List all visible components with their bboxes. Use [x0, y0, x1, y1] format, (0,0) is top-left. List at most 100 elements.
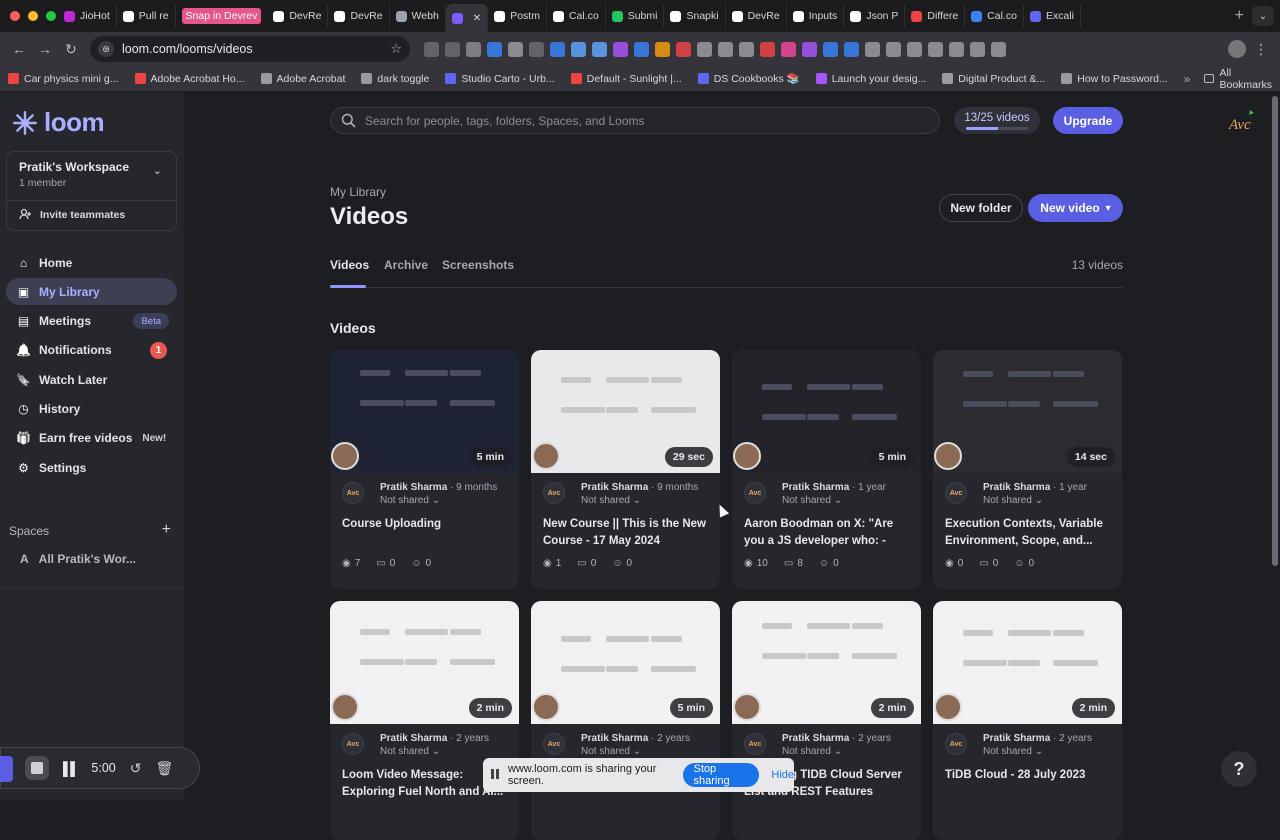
upgrade-button[interactable]: Upgrade [1053, 107, 1123, 134]
tab-screenshots[interactable]: Screenshots [442, 258, 514, 272]
new-video-button[interactable]: New video ▾ [1028, 194, 1123, 222]
video-thumbnail[interactable]: 2 min [933, 601, 1122, 724]
pause-icon[interactable]: ▌▌ [63, 761, 79, 776]
address-bar[interactable]: ⊜ loom.com/looms/videos ☆ [90, 36, 410, 62]
video-thumbnail[interactable]: 5 min [330, 350, 519, 473]
browser-tab[interactable]: DevRe [267, 4, 329, 28]
extension-icon[interactable] [823, 41, 838, 57]
sidebar-item-home[interactable]: ⌂ Home [6, 249, 177, 276]
extension-icon[interactable] [613, 41, 628, 57]
video-card[interactable]: 14 sec Avc Pratik Sharma · 1 year Not share… [933, 350, 1122, 589]
video-quota-badge[interactable]: 13/25 videos [954, 107, 1040, 134]
sidebar-item-history[interactable]: ◷ History [6, 395, 177, 422]
bookmark-item[interactable]: DS Cookbooks 📚 [697, 72, 800, 85]
author-name[interactable]: Pratik Sharma [581, 482, 648, 493]
sidebar-item-notifications[interactable]: 🔔 Notifications 1 [6, 337, 177, 364]
sidebar-item-settings[interactable]: ⚙ Settings [6, 454, 177, 481]
bookmark-item[interactable]: Default - Sunlight |... [570, 73, 682, 85]
video-title[interactable]: Execution Contexts, Variable Environment… [945, 516, 1113, 550]
bookmark-item[interactable]: Launch your desig... [815, 73, 926, 85]
author-name[interactable]: Pratik Sharma [983, 482, 1050, 493]
tab-videos[interactable]: Videos [330, 258, 369, 272]
video-card[interactable]: 5 min Avc Pratik Sharma · 2 years Not share… [531, 601, 720, 840]
tab-search-button[interactable]: ⌄ [1252, 6, 1274, 26]
browser-tab[interactable]: JioHot [58, 4, 117, 28]
bookmark-item[interactable]: Adobe Acrobat [260, 73, 345, 85]
browser-tab[interactable]: Excali [1024, 4, 1081, 28]
extension-icon[interactable] [844, 41, 859, 57]
site-info-icon[interactable]: ⊜ [98, 41, 114, 57]
workspace-switcher[interactable]: Pratik's Workspace 1 member ⌄ Invite tea… [6, 151, 177, 231]
video-thumbnail[interactable]: 14 sec [933, 350, 1122, 473]
invite-teammates-button[interactable]: Invite teammates [19, 208, 125, 221]
bookmark-item[interactable]: Adobe Acrobat Ho... [134, 73, 245, 85]
sidebar-item-watch-later[interactable]: 🔖 Watch Later [6, 366, 177, 393]
extension-icon[interactable] [529, 41, 544, 57]
extension-icon[interactable] [676, 41, 691, 57]
bookmark-item[interactable]: dark toggle [361, 73, 429, 85]
extension-icon[interactable] [466, 41, 481, 57]
breadcrumb[interactable]: My Library [330, 185, 386, 199]
video-thumbnail[interactable]: 29 sec [531, 350, 720, 473]
extension-icon[interactable] [886, 41, 901, 57]
extension-icon[interactable] [760, 41, 775, 57]
extension-icon[interactable] [508, 41, 523, 57]
add-space-icon[interactable]: + [162, 522, 171, 538]
video-thumbnail[interactable]: 2 min [330, 601, 519, 724]
bookmark-item[interactable]: How to Password... [1061, 73, 1168, 85]
video-thumbnail[interactable]: 2 min [732, 601, 921, 724]
loom-recorder-icon[interactable] [0, 756, 13, 782]
sidebar-item-library[interactable]: ▣ My Library [6, 278, 177, 306]
reload-icon[interactable]: ↻ [58, 36, 84, 62]
video-title[interactable]: Course Uploading [342, 516, 510, 550]
search-input[interactable]: Search for people, tags, folders, Spaces… [330, 107, 940, 134]
all-bookmarks-button[interactable]: All Bookmarks [1204, 67, 1274, 91]
author-name[interactable]: Pratik Sharma [581, 733, 648, 744]
browser-tab[interactable]: Snapki [664, 4, 726, 28]
new-tab-button[interactable]: + [1227, 7, 1252, 25]
new-folder-button[interactable]: New folder [939, 194, 1023, 222]
tab-archive[interactable]: Archive [384, 258, 428, 272]
video-title[interactable]: New Course || This is the New Course - 1… [543, 516, 711, 550]
close-tab-icon[interactable]: ✕ [473, 13, 481, 24]
video-card[interactable]: 2 min Avc Pratik Sharma · 2 years Not share… [732, 601, 921, 840]
extension-icon[interactable] [550, 41, 565, 57]
browser-tab[interactable]: DevRe [328, 4, 390, 28]
author-name[interactable]: Pratik Sharma [782, 482, 849, 493]
share-status-dropdown[interactable]: Not shared ⌄ [581, 746, 690, 757]
maximize-window-button[interactable] [46, 11, 56, 21]
sidebar-item-earn[interactable]: 🎁 Earn free videos New! [6, 425, 177, 452]
share-status-dropdown[interactable]: Not shared ⌄ [581, 495, 698, 506]
video-card[interactable]: 2 min Avc Pratik Sharma · 2 years Not share… [330, 601, 519, 840]
extension-icon[interactable] [445, 41, 460, 57]
extension-icon[interactable] [802, 41, 817, 57]
browser-menu-icon[interactable]: ⋮ [1254, 41, 1268, 58]
scrollbar-thumb[interactable] [1272, 96, 1278, 566]
author-name[interactable]: Pratik Sharma [983, 733, 1050, 744]
share-status-dropdown[interactable]: Not shared ⌄ [782, 495, 886, 506]
profile-avatar[interactable] [1228, 40, 1246, 58]
close-window-button[interactable] [10, 11, 20, 21]
video-card[interactable]: 2 min Avc Pratik Sharma · 2 years Not share… [933, 601, 1122, 840]
bookmark-item[interactable]: Studio Carto - Urb... [445, 73, 555, 85]
author-name[interactable]: Pratik Sharma [380, 733, 447, 744]
extension-icon[interactable] [970, 41, 985, 57]
minimize-window-button[interactable] [28, 11, 38, 21]
browser-tab[interactable]: Inputs [787, 4, 845, 28]
extension-icon[interactable] [739, 41, 754, 57]
browser-tab[interactable]: Cal.co [547, 4, 606, 28]
browser-tab[interactable]: Pull re [117, 4, 176, 28]
share-status-dropdown[interactable]: Not shared ⌄ [782, 746, 891, 757]
extension-icon[interactable] [949, 41, 964, 57]
stop-sharing-button[interactable]: Stop sharing [682, 763, 760, 787]
video-thumbnail[interactable]: 5 min [531, 601, 720, 724]
back-icon[interactable]: ← [6, 36, 32, 62]
hide-share-bar-button[interactable]: Hide [771, 769, 794, 781]
forward-icon[interactable]: → [32, 36, 58, 62]
author-name[interactable]: Pratik Sharma [380, 482, 447, 493]
bookmarks-overflow-icon[interactable]: » [1184, 72, 1191, 86]
share-status-dropdown[interactable]: Not shared ⌄ [983, 495, 1087, 506]
space-item-all[interactable]: A All Pratik's Wor... [20, 552, 136, 566]
video-card[interactable]: 5 min Avc Pratik Sharma · 1 year Not shared… [732, 350, 921, 589]
share-status-dropdown[interactable]: Not shared ⌄ [380, 746, 489, 757]
